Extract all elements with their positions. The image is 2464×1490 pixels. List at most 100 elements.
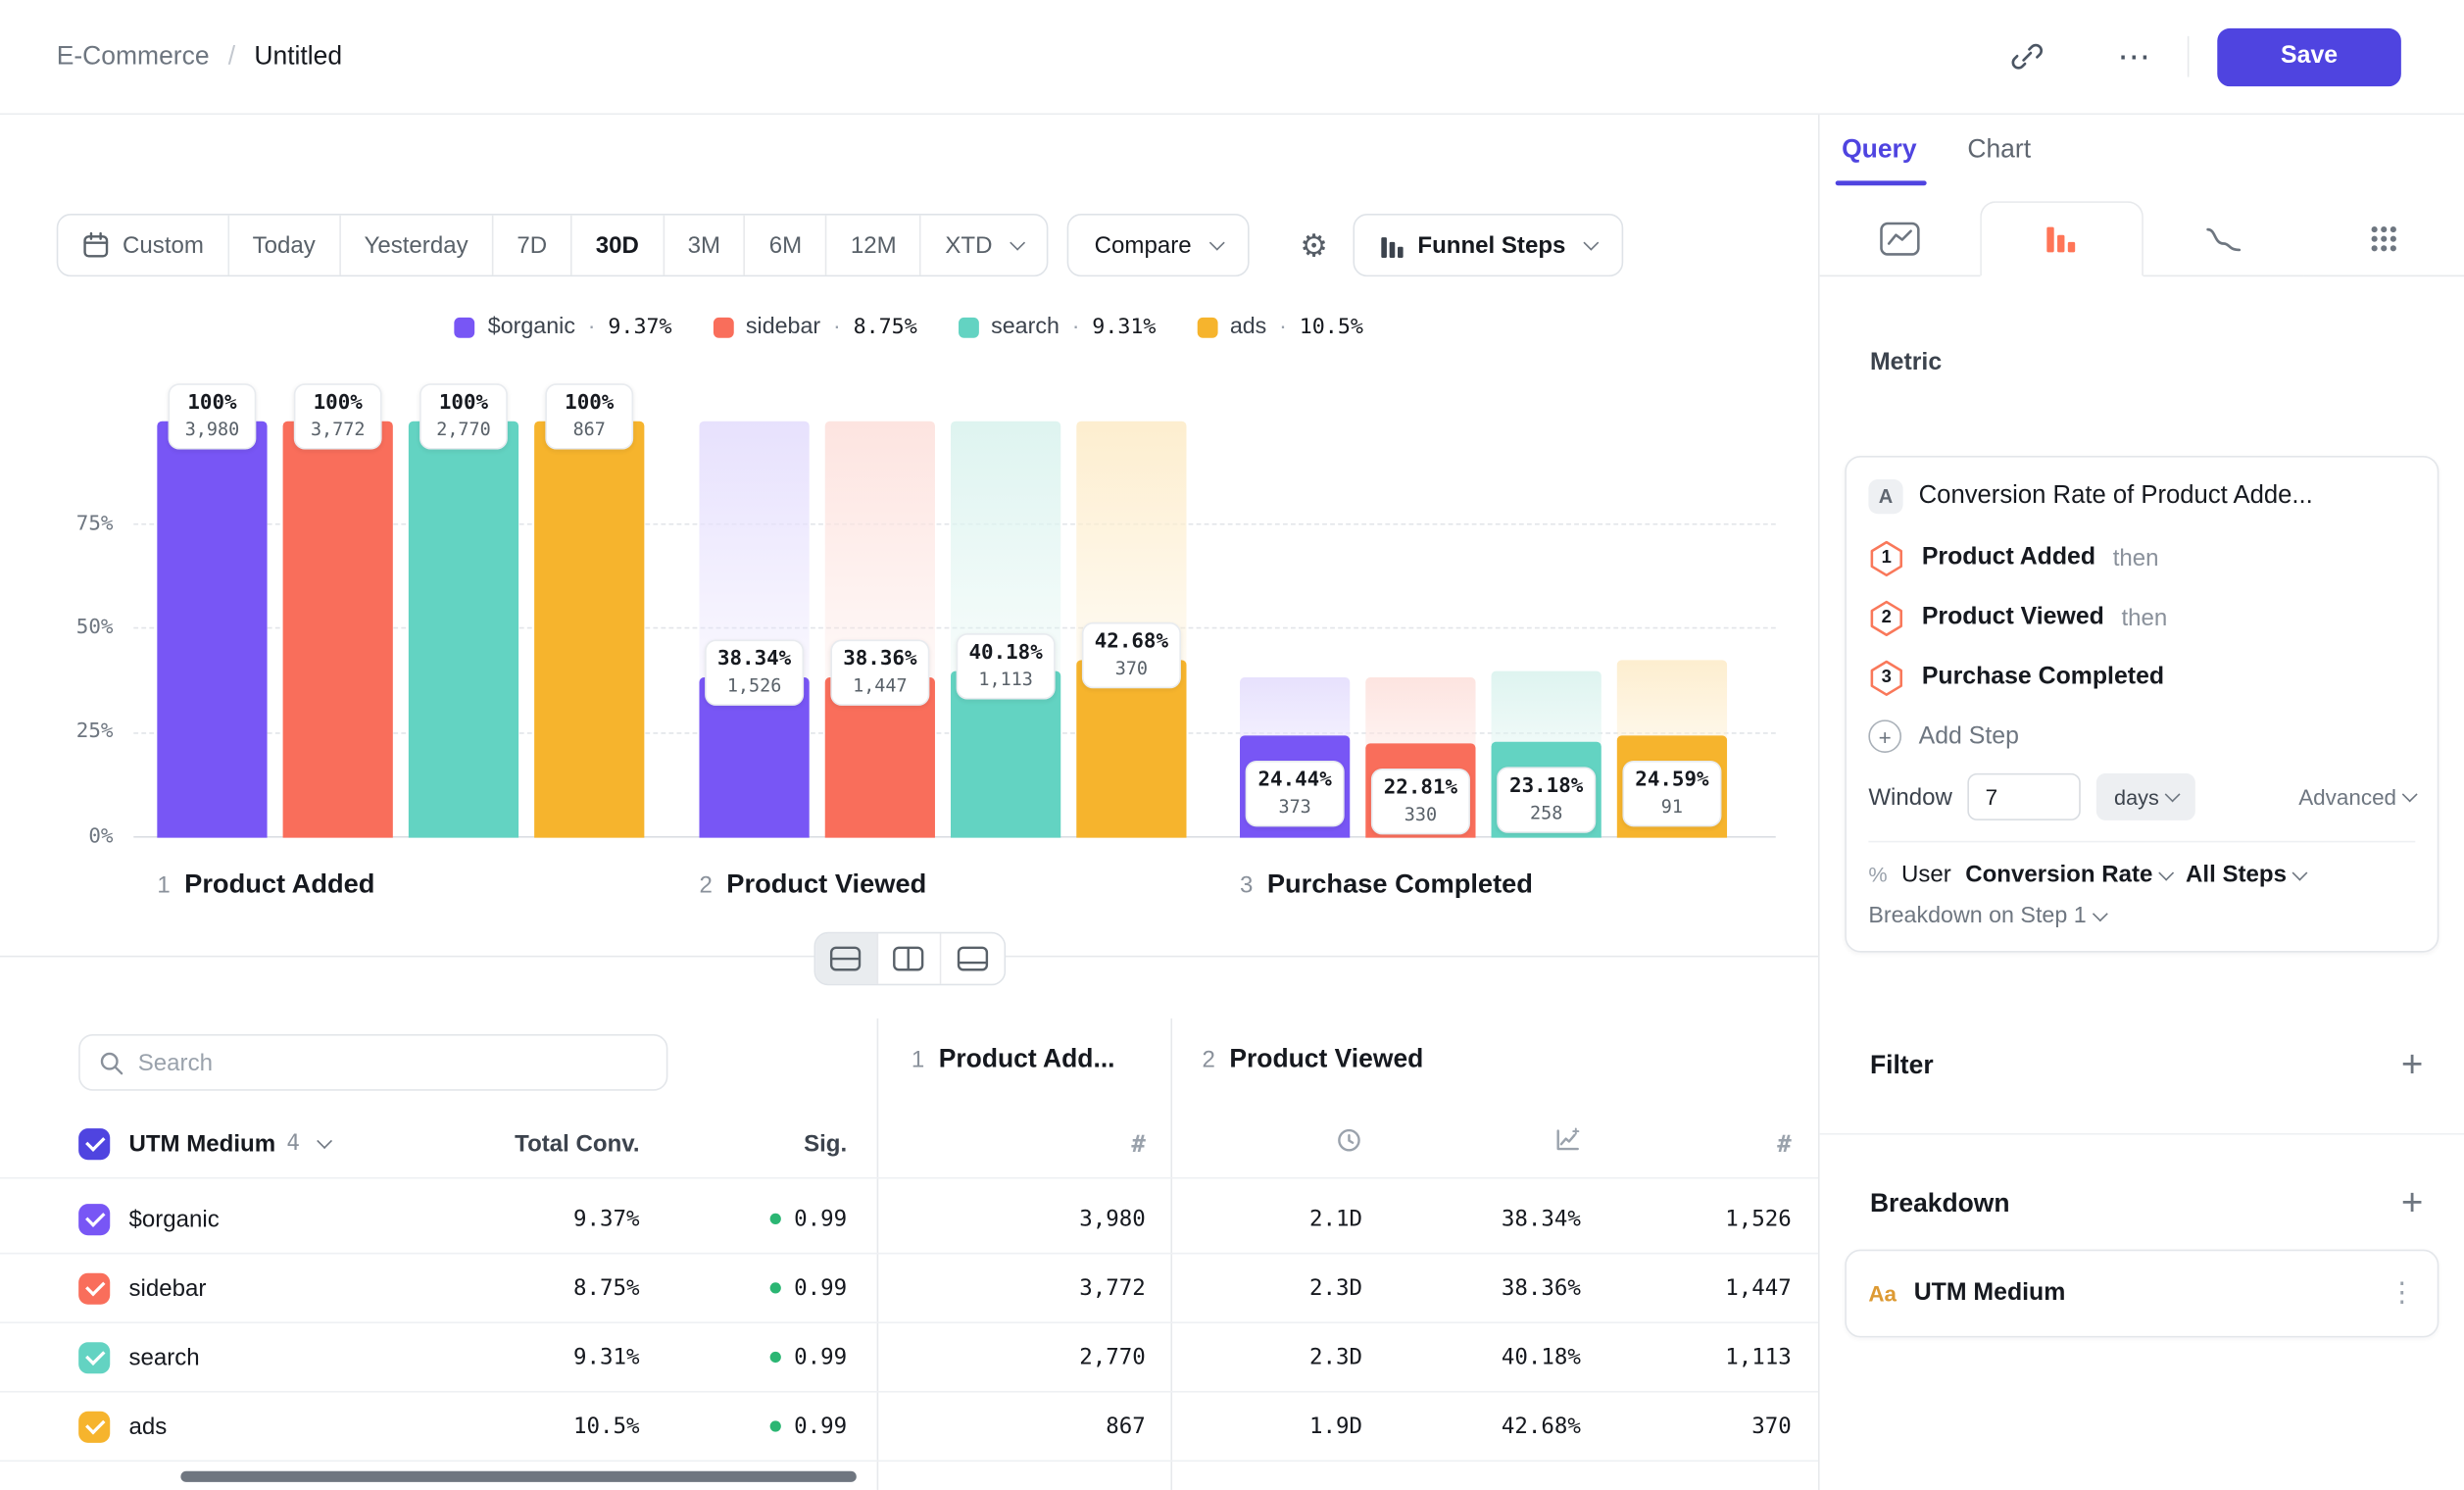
chevron-down-icon	[2158, 865, 2174, 880]
chart-toolbar: Custom Today Yesterday 7D 30D 3M 6M 12M …	[57, 214, 1774, 276]
step1-count: 2,770	[1079, 1345, 1146, 1370]
funnel-step-row[interactable]: 2 Product Viewed then	[1868, 588, 2415, 648]
legend-value: 8.75%	[854, 315, 917, 340]
table-row[interactable]: ads 10.5% 0.99 867 1.9D 42.68% 370	[0, 1393, 1818, 1463]
row-checkbox[interactable]	[78, 1203, 110, 1234]
conv-rate-value: 38.36%	[1502, 1275, 1581, 1301]
significance-dot	[770, 1282, 781, 1293]
add-step-button[interactable]: + Add Step	[1868, 707, 2415, 765]
step-name: Product Viewed	[726, 869, 926, 901]
window-unit-dropdown[interactable]: days	[2096, 773, 2194, 820]
chart-type-tab-retention[interactable]	[2144, 201, 2304, 276]
breakdown-item[interactable]: Aa UTM Medium ⋮	[1845, 1250, 2439, 1338]
steps-scope-dropdown[interactable]: All Steps	[2186, 862, 2305, 888]
funnel-step-row[interactable]: 3 Purchase Completed	[1868, 648, 2415, 708]
range-12m[interactable]: 12M	[827, 216, 921, 275]
legend-item[interactable]: sidebar · 8.75%	[713, 315, 917, 340]
legend-swatch	[1197, 317, 1217, 337]
row-checkbox[interactable]	[78, 1341, 110, 1372]
legend-separator: ·	[1072, 315, 1080, 340]
chart-display-selector[interactable]: Funnel Steps	[1354, 214, 1624, 276]
avg-time-icon[interactable]	[1336, 1126, 1362, 1161]
legend-swatch	[713, 317, 733, 337]
legend-value: 9.31%	[1092, 315, 1156, 340]
search-input[interactable]	[138, 1049, 648, 1075]
tab-chart[interactable]: Chart	[1967, 135, 2031, 165]
measure-dropdown[interactable]: Conversion Rate	[1965, 862, 2171, 888]
breakdown-on-step-dropdown[interactable]: Breakdown on Step 1	[1868, 888, 2105, 932]
chart-type-tab-insights[interactable]	[1820, 201, 1981, 276]
table-row[interactable]: search 9.31% 0.99 2,770 2.3D 40.18% 1,11…	[0, 1323, 1818, 1393]
step-suffix: then	[2113, 545, 2159, 571]
step-label: 1 Product Added	[157, 869, 374, 901]
report-title[interactable]: Untitled	[254, 41, 342, 71]
range-custom[interactable]: Custom	[58, 216, 228, 275]
legend-item[interactable]: ads · 10.5%	[1197, 315, 1363, 340]
layout-split-horizontal-button[interactable]	[814, 933, 877, 983]
add-filter-button[interactable]: +	[2401, 1047, 2423, 1084]
save-button[interactable]: Save	[2217, 27, 2401, 85]
legend-item[interactable]: search · 9.31%	[958, 315, 1156, 340]
chart-legend: $organic · 9.37% sidebar · 8.75% search …	[0, 315, 1818, 340]
group-index: 1	[912, 1047, 924, 1073]
more-options-button[interactable]: ⋯	[2112, 34, 2156, 78]
kebab-vertical-icon[interactable]: ⋮	[2389, 1277, 2415, 1309]
range-7d[interactable]: 7D	[493, 216, 571, 275]
layout-bottom-panel-button[interactable]	[941, 933, 1004, 983]
horizontal-scrollbar[interactable]	[180, 1471, 856, 1482]
funnel-bar[interactable]	[157, 422, 267, 838]
legend-separator: ·	[1279, 315, 1287, 340]
conversion-rate-icon[interactable]	[1554, 1126, 1581, 1161]
compare-button[interactable]: Compare	[1067, 214, 1250, 276]
funnel-bar[interactable]	[283, 422, 393, 838]
row-checkbox[interactable]	[78, 1411, 110, 1442]
gear-icon: ⚙	[1300, 225, 1328, 265]
step-index: 3	[1240, 872, 1253, 899]
advanced-dropdown[interactable]: Advanced	[2298, 784, 2415, 810]
avg-time-value: 2.1D	[1309, 1207, 1362, 1232]
layout-split-vertical-button[interactable]	[877, 933, 940, 983]
section-divider	[1820, 1133, 2464, 1135]
row-checkbox[interactable]	[78, 1272, 110, 1304]
tab-query[interactable]: Query	[1842, 135, 1916, 165]
layout-toggle	[813, 932, 1006, 986]
total-conv-column-header[interactable]: Total Conv.	[515, 1130, 639, 1157]
bar-value-label: 22.81%330	[1371, 768, 1470, 833]
y-axis-tick: 0%	[31, 825, 113, 851]
string-type-badge: Aa	[1868, 1281, 1897, 1307]
funnel-step-row[interactable]: 1 Product Added then	[1868, 528, 2415, 588]
breakdown-column-header[interactable]: UTM Medium 4	[128, 1130, 329, 1157]
sig-value: 0.99	[794, 1414, 847, 1439]
funnel-bar[interactable]	[409, 422, 518, 838]
range-30d[interactable]: 30D	[572, 216, 665, 275]
settings-button[interactable]: ⚙	[1300, 225, 1328, 265]
range-xtd[interactable]: XTD	[921, 216, 1047, 275]
range-3m[interactable]: 3M	[665, 216, 746, 275]
total-conv-value: 8.75%	[573, 1275, 640, 1301]
count-icon[interactable]: #	[1131, 1129, 1145, 1158]
range-yesterday[interactable]: Yesterday	[340, 216, 493, 275]
select-all-checkbox[interactable]	[78, 1127, 110, 1159]
counting-method[interactable]: User	[1901, 862, 1951, 888]
chart-type-tab-flows[interactable]	[2303, 201, 2464, 276]
range-today[interactable]: Today	[229, 216, 341, 275]
table-row[interactable]: sidebar 8.75% 0.99 3,772 2.3D 38.36% 1,4…	[0, 1254, 1818, 1323]
range-6m[interactable]: 6M	[746, 216, 827, 275]
funnel-bar[interactable]	[534, 422, 644, 838]
breadcrumb-project[interactable]: E-Commerce	[57, 41, 210, 71]
table-row[interactable]: $organic 9.37% 0.99 3,980 2.1D 38.34% 1,…	[0, 1185, 1818, 1255]
step-number-badge: 2	[1868, 600, 1904, 636]
avg-time-value: 2.3D	[1309, 1275, 1362, 1301]
window-value-input[interactable]	[1968, 773, 2081, 820]
bar-value-label: 100%3,980	[169, 383, 257, 449]
metric-title-row[interactable]: A Conversion Rate of Product Adde...	[1868, 476, 2415, 528]
legend-item[interactable]: $organic · 9.37%	[455, 315, 671, 340]
window-label: Window	[1868, 783, 1952, 810]
bar-value-label: 100%2,770	[419, 383, 508, 449]
add-breakdown-button[interactable]: +	[2401, 1185, 2423, 1222]
share-link-button[interactable]	[2005, 34, 2049, 78]
metric-section-heading: Metric	[1870, 349, 1942, 377]
sig-column-header[interactable]: Sig.	[804, 1130, 847, 1157]
count-icon[interactable]: #	[1777, 1129, 1791, 1158]
chart-type-tab-funnels[interactable]	[1980, 201, 2144, 276]
